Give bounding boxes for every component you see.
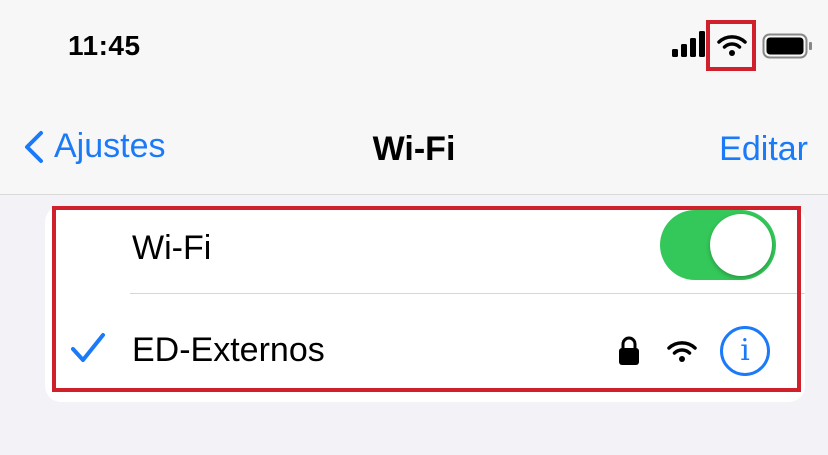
status-time: 11:45: [68, 30, 141, 61]
page-title: Wi-Fi: [372, 130, 456, 168]
cellular-signal-icon: [672, 31, 705, 57]
wifi-status-highlight: [706, 20, 756, 71]
battery-icon: [762, 33, 812, 59]
wifi-group-highlight: [52, 206, 801, 392]
edit-button[interactable]: Editar: [719, 130, 808, 169]
